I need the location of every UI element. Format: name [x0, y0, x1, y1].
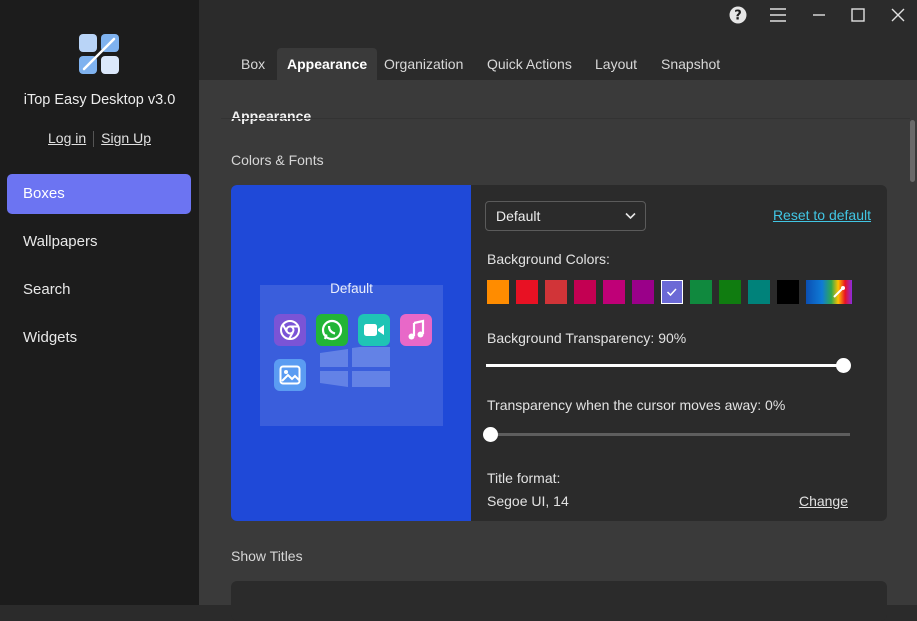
facetime-icon — [358, 314, 390, 346]
theme-dropdown[interactable]: Default — [485, 201, 646, 231]
minimize-button[interactable] — [804, 4, 834, 26]
photos-icon — [274, 359, 306, 391]
preview-box: Default — [260, 281, 443, 426]
nav-item-widgets[interactable]: Widgets — [7, 318, 191, 358]
app-title: iTop Easy Desktop v3.0 — [23, 92, 176, 108]
color-picker-icon — [833, 286, 845, 298]
menu-button[interactable] — [763, 4, 793, 26]
colors-fonts-card: Default Default Reset to default Backgro… — [231, 185, 887, 521]
signup-link[interactable]: Sign Up — [101, 130, 151, 146]
tab-quick-actions[interactable]: Quick Actions — [477, 48, 582, 80]
chevron-down-icon — [625, 212, 636, 220]
help-icon: ? — [729, 6, 747, 24]
preview-box-title: Default — [330, 281, 373, 296]
checkmark-icon — [666, 288, 677, 297]
color-swatch-magenta-red[interactable] — [574, 280, 596, 304]
show-titles-card — [231, 581, 887, 621]
box-preview: Default — [231, 185, 471, 521]
color-swatch-green[interactable] — [690, 280, 712, 304]
change-title-format-link[interactable]: Change — [799, 493, 848, 509]
tab-snapshot[interactable]: Snapshot — [651, 48, 730, 80]
color-swatch-purple[interactable] — [632, 280, 654, 304]
windows-logo-icon — [320, 347, 390, 387]
show-titles-heading: Show Titles — [231, 548, 303, 564]
tab-organization[interactable]: Organization — [374, 48, 473, 80]
menu-icon — [770, 8, 786, 22]
auth-links: Log in Sign Up — [0, 130, 199, 148]
minimize-icon — [813, 14, 825, 16]
color-swatch-pink[interactable] — [603, 280, 625, 304]
background-transparency-slider[interactable] — [486, 358, 851, 373]
color-swatch-orange[interactable] — [487, 280, 509, 304]
color-swatch-red[interactable] — [516, 280, 538, 304]
login-link[interactable]: Log in — [48, 130, 86, 146]
chrome-icon — [274, 314, 306, 346]
color-swatch-dark-green[interactable] — [719, 280, 741, 304]
close-icon — [891, 8, 905, 22]
music-icon — [400, 314, 432, 346]
color-swatch-crimson[interactable] — [545, 280, 567, 304]
maximize-icon — [851, 8, 865, 22]
background-colors-label: Background Colors: — [487, 251, 610, 267]
sidebar: iTop Easy Desktop v3.0 Log in Sign Up Box… — [0, 0, 199, 605]
whatsapp-icon — [316, 314, 348, 346]
app-logo-icon — [79, 34, 119, 74]
auth-divider — [93, 131, 95, 148]
background-transparency-label: Background Transparency: 90% — [487, 330, 687, 346]
help-button[interactable]: ? — [723, 4, 753, 26]
color-swatch-selected[interactable] — [661, 280, 683, 304]
colors-fonts-heading: Colors & Fonts — [231, 152, 324, 168]
cursor-transparency-thumb[interactable] — [483, 427, 498, 442]
cursor-transparency-label: Transparency when the cursor moves away:… — [487, 397, 786, 413]
background-transparency-thumb[interactable] — [835, 358, 851, 373]
nav-item-boxes[interactable]: Boxes — [7, 174, 191, 214]
svg-text:?: ? — [734, 9, 742, 24]
custom-color-button[interactable] — [806, 280, 852, 304]
tab-appearance[interactable]: Appearance — [277, 48, 378, 80]
tab-bar: Box Appearance Organization Quick Action… — [199, 48, 917, 80]
section-divider — [221, 118, 910, 119]
background-transparency-fill — [486, 364, 843, 367]
reset-to-default-link[interactable]: Reset to default — [773, 207, 871, 223]
color-swatch-black[interactable] — [777, 280, 799, 304]
title-format-label: Title format: — [487, 470, 561, 486]
tab-layout[interactable]: Layout — [585, 48, 647, 80]
theme-dropdown-value: Default — [496, 208, 541, 224]
cursor-transparency-slider[interactable] — [483, 427, 850, 442]
scrollbar[interactable] — [910, 120, 915, 182]
nav-item-wallpapers[interactable]: Wallpapers — [7, 222, 191, 262]
nav-item-search[interactable]: Search — [7, 270, 191, 310]
section-title: Appearance — [231, 108, 312, 124]
maximize-button[interactable] — [843, 4, 873, 26]
close-button[interactable] — [883, 4, 913, 26]
title-format-value: Segoe UI, 14 — [487, 493, 569, 509]
color-swatch-teal[interactable] — [748, 280, 770, 304]
tab-box[interactable]: Box — [231, 48, 275, 80]
